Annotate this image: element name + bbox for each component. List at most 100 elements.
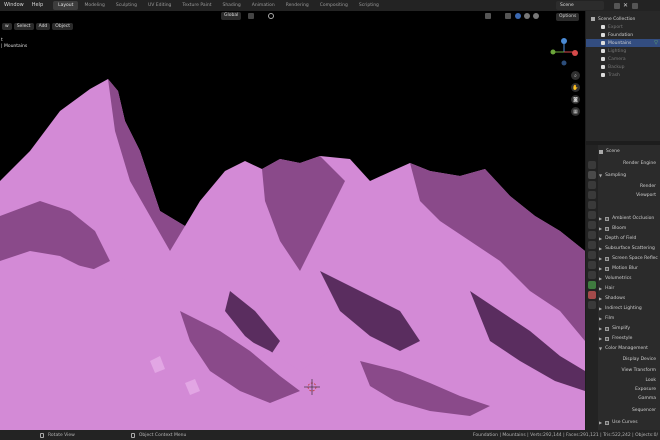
output-tab-icon[interactable] — [588, 181, 596, 189]
section-hair[interactable]: ▶ Hair — [599, 284, 660, 293]
zoom-icon[interactable]: ⌕ — [571, 71, 580, 80]
filter-icon[interactable]: ▽ — [654, 40, 658, 46]
window-controls[interactable]: ✕ — [614, 1, 658, 10]
scene-selector[interactable]: Scene — [556, 1, 604, 10]
section-motion-blur[interactable]: ▶ Motion Blur — [599, 264, 660, 273]
checkbox-icon[interactable] — [601, 65, 605, 69]
checkbox-icon[interactable] — [605, 266, 610, 271]
use-curves-row[interactable]: ▶ Use Curves — [599, 418, 660, 427]
overlay-icon[interactable] — [485, 13, 491, 19]
checkbox-icon[interactable] — [601, 49, 605, 53]
menu-help[interactable]: Help — [28, 0, 47, 11]
checkbox-icon[interactable] — [605, 216, 610, 221]
shading-rendered-icon[interactable] — [533, 13, 539, 19]
outliner-item[interactable]: Lighting — [586, 47, 660, 55]
checkbox-icon[interactable] — [605, 336, 610, 341]
options-button[interactable]: Options — [556, 13, 580, 21]
tab-scripting[interactable]: Scripting — [354, 1, 384, 10]
section-simplify[interactable]: ▶ Simplify — [599, 324, 660, 333]
orientation-select[interactable]: Global — [221, 12, 241, 20]
3d-viewport[interactable]: Global Options w Select Add Object t | M… — [0, 11, 585, 430]
outliner-item[interactable]: Export — [586, 23, 660, 31]
section-film[interactable]: ▶ Film — [599, 314, 660, 323]
exposure-row[interactable]: Exposure — [599, 385, 660, 394]
outliner-item[interactable]: Foundation — [586, 31, 660, 39]
checkbox-icon[interactable] — [601, 33, 605, 37]
viewport-samples-row[interactable]: Viewport — [599, 191, 660, 200]
properties-panel: Scene Render Engine ▼ Sampling Render Vi… — [586, 145, 660, 430]
physics-tab-icon[interactable] — [588, 261, 596, 269]
gamma-row[interactable]: Gamma — [599, 394, 660, 403]
shading-material-icon[interactable] — [524, 13, 530, 19]
display-device-row[interactable]: Display Device — [599, 355, 660, 364]
section-shadows[interactable]: ▶ Shadows — [599, 294, 660, 303]
world-tab-icon[interactable] — [588, 211, 596, 219]
collection-tab-icon[interactable] — [588, 221, 596, 229]
outliner-scene-collection[interactable]: Scene Collection — [586, 15, 660, 23]
tab-layout[interactable]: Layout — [53, 1, 79, 10]
tab-rendering[interactable]: Rendering — [281, 1, 314, 10]
navigation-gizmo[interactable] — [549, 37, 579, 67]
section-sampling[interactable]: ▼ Sampling — [599, 171, 660, 180]
xray-icon[interactable] — [505, 13, 511, 19]
sequencer-row[interactable]: Sequencer — [599, 406, 660, 415]
section-volumetrics[interactable]: ▶ Volumetrics — [599, 274, 660, 283]
object-menu[interactable]: Object — [52, 23, 73, 30]
snap-icon[interactable] — [248, 13, 254, 19]
select-menu[interactable]: Select — [13, 23, 34, 30]
checkbox-icon[interactable] — [605, 326, 610, 331]
tab-texture-paint[interactable]: Texture Paint — [177, 1, 216, 10]
tab-shading[interactable]: Shading — [217, 1, 245, 10]
section-color-management[interactable]: ▼ Color Management — [599, 344, 660, 353]
checkbox-icon[interactable] — [605, 256, 610, 261]
perspective-grid-icon[interactable]: ▦ — [571, 107, 580, 116]
checkbox-icon[interactable] — [605, 226, 610, 231]
checkbox-icon[interactable] — [601, 41, 605, 45]
section-depth-of-field[interactable]: ▶ Depth of Field — [599, 234, 660, 243]
render-engine-row[interactable]: Render Engine — [599, 159, 660, 168]
particles-tab-icon[interactable] — [588, 251, 596, 259]
camera-view-icon[interactable]: ◙ — [571, 95, 580, 104]
look-row[interactable]: Look — [599, 376, 660, 385]
checkbox-icon[interactable] — [601, 57, 605, 61]
section-screen-space-reflections[interactable]: ▶ Screen Space Reflec — [599, 254, 660, 263]
mountain-terrain[interactable] — [0, 11, 585, 430]
tab-uv-editing[interactable]: UV Editing — [143, 1, 176, 10]
checkbox-icon[interactable] — [605, 420, 610, 425]
view-transform-row[interactable]: View Transform — [599, 366, 660, 375]
shading-solid-icon[interactable] — [515, 13, 521, 19]
tab-compositing[interactable]: Compositing — [315, 1, 353, 10]
section-freestyle[interactable]: ▶ Freestyle — [599, 334, 660, 343]
section-bloom[interactable]: ▶ Bloom — [599, 224, 660, 233]
tab-modeling[interactable]: Modeling — [79, 1, 109, 10]
add-menu[interactable]: Add — [35, 23, 51, 30]
texture-tab-icon[interactable] — [588, 301, 596, 309]
tab-animation[interactable]: Animation — [247, 1, 280, 10]
outliner-item[interactable]: Camera — [586, 55, 660, 63]
tab-sculpting[interactable]: Sculpting — [111, 1, 142, 10]
menu-window[interactable]: Window — [0, 0, 28, 11]
section-indirect-lighting[interactable]: ▶ Indirect Lighting — [599, 304, 660, 313]
outliner-item[interactable]: Backup — [586, 63, 660, 71]
render-tab-icon[interactable] — [588, 171, 596, 179]
tool-tab-icon[interactable] — [588, 161, 596, 169]
render-samples-row[interactable]: Render — [599, 182, 660, 191]
view-menu[interactable]: w — [2, 23, 12, 30]
checkbox-icon[interactable] — [601, 73, 605, 77]
modifier-tab-icon[interactable] — [588, 241, 596, 249]
proportional-edit-icon[interactable] — [268, 13, 274, 19]
section-ambient-occlusion[interactable]: ▶ Ambient Occlusion — [599, 214, 660, 223]
chevron-right-icon: ▶ — [599, 326, 603, 331]
scene-tab-icon[interactable] — [588, 201, 596, 209]
close-icon[interactable]: ✕ — [623, 2, 629, 9]
constraints-tab-icon[interactable] — [588, 271, 596, 279]
checkbox-icon[interactable] — [601, 25, 605, 29]
outliner-item[interactable]: Mountains ▽ — [586, 39, 660, 47]
object-tab-icon[interactable] — [588, 231, 596, 239]
pan-hand-icon[interactable]: ✋ — [571, 83, 580, 92]
section-subsurface-scattering[interactable]: ▶ Subsurface Scattering — [599, 244, 660, 253]
outliner-item[interactable]: Trash — [586, 71, 660, 79]
view-layer-tab-icon[interactable] — [588, 191, 596, 199]
data-tab-icon[interactable] — [588, 281, 596, 289]
material-tab-icon[interactable] — [588, 291, 596, 299]
